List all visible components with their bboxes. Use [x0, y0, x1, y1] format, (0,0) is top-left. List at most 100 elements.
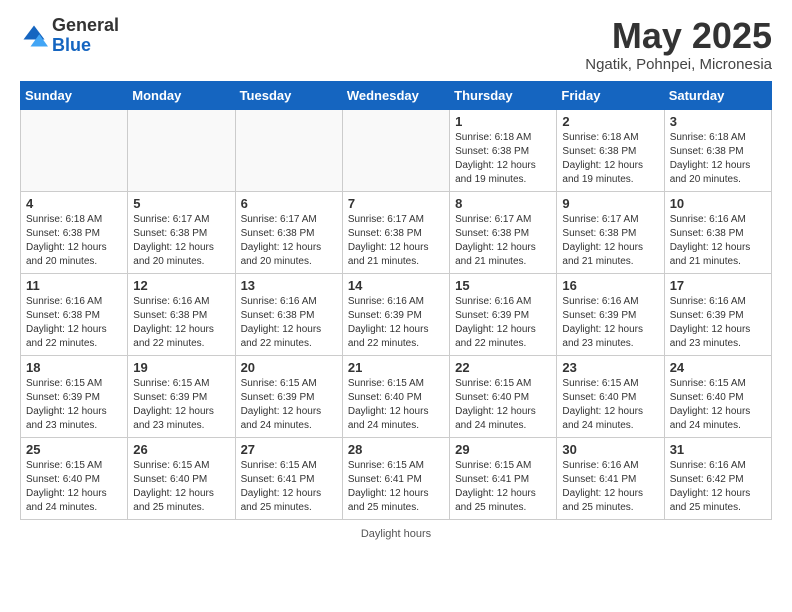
- calendar-header-monday: Monday: [128, 81, 235, 109]
- day-info: Sunrise: 6:18 AM Sunset: 6:38 PM Dayligh…: [455, 131, 551, 187]
- day-info: Sunrise: 6:16 AM Sunset: 6:39 PM Dayligh…: [670, 295, 766, 351]
- day-number: 2: [562, 114, 658, 129]
- calendar-cell: 25 Sunrise: 6:15 AM Sunset: 6:40 PM Dayli…: [21, 437, 128, 519]
- page: General Blue May 2025 Ngatik, Pohnpei, M…: [0, 0, 792, 560]
- day-number: 12: [133, 278, 229, 293]
- day-info: Sunrise: 6:15 AM Sunset: 6:41 PM Dayligh…: [348, 459, 444, 515]
- day-info: Sunrise: 6:15 AM Sunset: 6:40 PM Dayligh…: [348, 377, 444, 433]
- day-info: Sunrise: 6:15 AM Sunset: 6:40 PM Dayligh…: [670, 377, 766, 433]
- day-info: Sunrise: 6:17 AM Sunset: 6:38 PM Dayligh…: [133, 213, 229, 269]
- day-info: Sunrise: 6:17 AM Sunset: 6:38 PM Dayligh…: [241, 213, 337, 269]
- calendar-header-saturday: Saturday: [664, 81, 771, 109]
- day-number: 5: [133, 196, 229, 211]
- day-number: 6: [241, 196, 337, 211]
- day-number: 3: [670, 114, 766, 129]
- day-number: 7: [348, 196, 444, 211]
- calendar-cell: 18Sunrise: 6:15 AM Sunset: 6:39 PM Dayli…: [21, 355, 128, 437]
- logo-icon: [20, 22, 48, 50]
- day-number: 16: [562, 278, 658, 293]
- calendar-cell: 27 Sunrise: 6:15 AM Sunset: 6:41 PM Dayli…: [235, 437, 342, 519]
- day-info: Sunrise: 6:18 AM Sunset: 6:38 PM Dayligh…: [670, 131, 766, 187]
- calendar-cell: 11Sunrise: 6:16 AM Sunset: 6:38 PM Dayli…: [21, 273, 128, 355]
- calendar-cell: 6 Sunrise: 6:17 AM Sunset: 6:38 PM Daylig…: [235, 191, 342, 273]
- day-number: 29: [455, 442, 551, 457]
- calendar-cell: 28 Sunrise: 6:15 AM Sunset: 6:41 PM Dayli…: [342, 437, 449, 519]
- calendar-week-2: 11Sunrise: 6:16 AM Sunset: 6:38 PM Dayli…: [21, 273, 772, 355]
- calendar-cell: 14Sunrise: 6:16 AM Sunset: 6:39 PM Dayli…: [342, 273, 449, 355]
- calendar-header-thursday: Thursday: [450, 81, 557, 109]
- day-info: Sunrise: 6:16 AM Sunset: 6:38 PM Dayligh…: [670, 213, 766, 269]
- day-info: Sunrise: 6:18 AM Sunset: 6:38 PM Dayligh…: [26, 213, 122, 269]
- day-number: 28: [348, 442, 444, 457]
- calendar-cell: [235, 109, 342, 191]
- calendar-cell: [21, 109, 128, 191]
- day-info: Sunrise: 6:16 AM Sunset: 6:41 PM Dayligh…: [562, 459, 658, 515]
- day-info: Sunrise: 6:15 AM Sunset: 6:40 PM Dayligh…: [455, 377, 551, 433]
- calendar-cell: 4 Sunrise: 6:18 AM Sunset: 6:38 PM Daylig…: [21, 191, 128, 273]
- day-info: Sunrise: 6:16 AM Sunset: 6:39 PM Dayligh…: [562, 295, 658, 351]
- day-number: 20: [241, 360, 337, 375]
- calendar-cell: 8 Sunrise: 6:17 AM Sunset: 6:38 PM Daylig…: [450, 191, 557, 273]
- calendar-cell: 19 Sunrise: 6:15 AM Sunset: 6:39 PM Dayli…: [128, 355, 235, 437]
- day-info: Sunrise: 6:16 AM Sunset: 6:38 PM Dayligh…: [26, 295, 122, 351]
- day-number: 10: [670, 196, 766, 211]
- location: Ngatik, Pohnpei, Micronesia: [585, 56, 772, 73]
- calendar-cell: 9Sunrise: 6:17 AM Sunset: 6:38 PM Daylig…: [557, 191, 664, 273]
- calendar-cell: 2Sunrise: 6:18 AM Sunset: 6:38 PM Daylig…: [557, 109, 664, 191]
- calendar-week-0: 1Sunrise: 6:18 AM Sunset: 6:38 PM Daylig…: [21, 109, 772, 191]
- day-number: 30: [562, 442, 658, 457]
- calendar-week-1: 4 Sunrise: 6:18 AM Sunset: 6:38 PM Daylig…: [21, 191, 772, 273]
- day-info: Sunrise: 6:15 AM Sunset: 6:39 PM Dayligh…: [241, 377, 337, 433]
- header: General Blue May 2025 Ngatik, Pohnpei, M…: [20, 16, 772, 73]
- calendar-header-sunday: Sunday: [21, 81, 128, 109]
- calendar-cell: 26 Sunrise: 6:15 AM Sunset: 6:40 PM Dayli…: [128, 437, 235, 519]
- logo: General Blue: [20, 16, 119, 56]
- calendar-cell: 13 Sunrise: 6:16 AM Sunset: 6:38 PM Dayli…: [235, 273, 342, 355]
- day-number: 26: [133, 442, 229, 457]
- calendar-cell: 10 Sunrise: 6:16 AM Sunset: 6:38 PM Dayli…: [664, 191, 771, 273]
- day-info: Sunrise: 6:15 AM Sunset: 6:40 PM Dayligh…: [133, 459, 229, 515]
- calendar-header-tuesday: Tuesday: [235, 81, 342, 109]
- day-number: 13: [241, 278, 337, 293]
- day-info: Sunrise: 6:17 AM Sunset: 6:38 PM Dayligh…: [455, 213, 551, 269]
- day-number: 15: [455, 278, 551, 293]
- calendar-header-friday: Friday: [557, 81, 664, 109]
- calendar-cell: 21Sunrise: 6:15 AM Sunset: 6:40 PM Dayli…: [342, 355, 449, 437]
- calendar-cell: 1Sunrise: 6:18 AM Sunset: 6:38 PM Daylig…: [450, 109, 557, 191]
- day-number: 27: [241, 442, 337, 457]
- calendar-cell: 31Sunrise: 6:16 AM Sunset: 6:42 PM Dayli…: [664, 437, 771, 519]
- calendar-cell: [342, 109, 449, 191]
- day-info: Sunrise: 6:15 AM Sunset: 6:41 PM Dayligh…: [455, 459, 551, 515]
- calendar-cell: 24Sunrise: 6:15 AM Sunset: 6:40 PM Dayli…: [664, 355, 771, 437]
- calendar-cell: 17 Sunrise: 6:16 AM Sunset: 6:39 PM Dayli…: [664, 273, 771, 355]
- day-info: Sunrise: 6:16 AM Sunset: 6:38 PM Dayligh…: [133, 295, 229, 351]
- day-number: 17: [670, 278, 766, 293]
- calendar-cell: 16 Sunrise: 6:16 AM Sunset: 6:39 PM Dayli…: [557, 273, 664, 355]
- day-info: Sunrise: 6:15 AM Sunset: 6:41 PM Dayligh…: [241, 459, 337, 515]
- logo-general: General: [52, 15, 119, 35]
- day-info: Sunrise: 6:16 AM Sunset: 6:38 PM Dayligh…: [241, 295, 337, 351]
- day-info: Sunrise: 6:16 AM Sunset: 6:42 PM Dayligh…: [670, 459, 766, 515]
- day-number: 8: [455, 196, 551, 211]
- day-info: Sunrise: 6:15 AM Sunset: 6:39 PM Dayligh…: [133, 377, 229, 433]
- calendar-table: SundayMondayTuesdayWednesdayThursdayFrid…: [20, 81, 772, 520]
- day-number: 4: [26, 196, 122, 211]
- calendar-cell: 20 Sunrise: 6:15 AM Sunset: 6:39 PM Dayli…: [235, 355, 342, 437]
- day-info: Sunrise: 6:15 AM Sunset: 6:40 PM Dayligh…: [562, 377, 658, 433]
- calendar-header-wednesday: Wednesday: [342, 81, 449, 109]
- day-info: Sunrise: 6:15 AM Sunset: 6:40 PM Dayligh…: [26, 459, 122, 515]
- day-number: 9: [562, 196, 658, 211]
- day-number: 18: [26, 360, 122, 375]
- calendar-cell: [128, 109, 235, 191]
- day-number: 25: [26, 442, 122, 457]
- day-info: Sunrise: 6:17 AM Sunset: 6:38 PM Dayligh…: [348, 213, 444, 269]
- day-number: 14: [348, 278, 444, 293]
- title-block: May 2025 Ngatik, Pohnpei, Micronesia: [585, 16, 772, 73]
- calendar-cell: 5 Sunrise: 6:17 AM Sunset: 6:38 PM Daylig…: [128, 191, 235, 273]
- calendar-week-4: 25 Sunrise: 6:15 AM Sunset: 6:40 PM Dayli…: [21, 437, 772, 519]
- calendar-cell: 12 Sunrise: 6:16 AM Sunset: 6:38 PM Dayli…: [128, 273, 235, 355]
- day-number: 19: [133, 360, 229, 375]
- calendar-week-3: 18 Sunrise: 6:15 AM Sunset: 6:39 PM Dayli…: [21, 355, 772, 437]
- day-number: 23: [562, 360, 658, 375]
- calendar-header-row: SundayMondayTuesdayWednesdayThursdayFrid…: [21, 81, 772, 109]
